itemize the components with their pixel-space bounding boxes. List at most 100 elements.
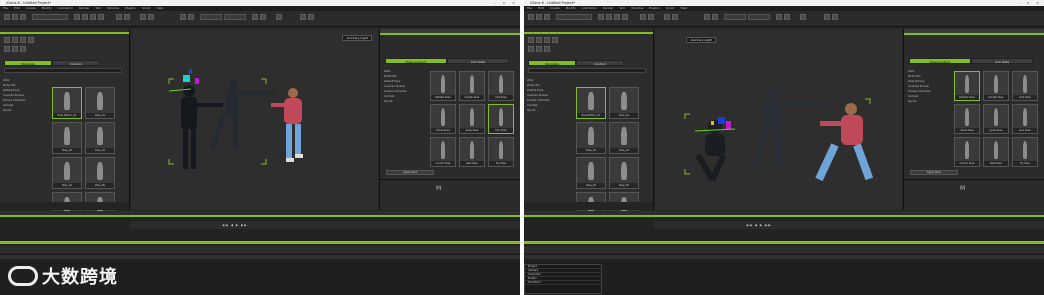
pose-thumbnail[interactable]: Run Pose — [488, 104, 514, 134]
menu-animation[interactable]: Animation — [58, 6, 73, 10]
menu-create[interactable]: Create — [550, 6, 560, 10]
pose-thumbnail[interactable]: Jump Pose — [983, 104, 1009, 134]
select-icon[interactable] — [74, 14, 80, 20]
pose-thumbnail[interactable]: Fly Pose — [1012, 137, 1038, 167]
menu-sim[interactable]: Sim — [620, 6, 626, 10]
search-input[interactable] — [4, 68, 122, 73]
menu-modify[interactable]: Modify — [566, 6, 576, 10]
folder-icon[interactable] — [28, 37, 34, 43]
pose-thumbnail[interactable]: Kick Pose — [488, 71, 514, 101]
tab-template[interactable]: Template — [528, 60, 576, 66]
tool-icon[interactable] — [832, 14, 838, 20]
mode-dropdown[interactable] — [748, 14, 770, 20]
pose-thumbnail[interactable]: Fly Pose — [488, 137, 514, 167]
thumbnail[interactable]: Pose_02 — [52, 122, 82, 154]
thumbnail[interactable]: Pose_04 — [52, 157, 82, 189]
menu-animation[interactable]: Animation — [582, 6, 597, 10]
menu-help[interactable]: Help — [680, 6, 687, 10]
grid-icon[interactable] — [800, 14, 806, 20]
prop-icon[interactable] — [672, 14, 678, 20]
tree-item[interactable]: Sports — [384, 99, 420, 104]
tree-item[interactable]: Sports — [3, 108, 47, 113]
tree-item[interactable]: Sports — [527, 108, 571, 113]
motion-icon[interactable] — [536, 46, 542, 52]
pose-thumbnail[interactable]: Rest Pose — [459, 137, 485, 167]
pose-thumbnail[interactable]: Kick Pose — [1012, 71, 1038, 101]
camera-icon[interactable] — [640, 14, 646, 20]
pose-thumbnail[interactable]: Run Pose — [1012, 104, 1038, 134]
actor-icon[interactable] — [4, 46, 10, 52]
pose-thumbnail[interactable]: Mambo Pose — [430, 71, 456, 101]
pose-thumbnail[interactable]: Crouch Pose — [430, 137, 456, 167]
preview-icon[interactable] — [260, 14, 266, 20]
camera-icon[interactable] — [116, 14, 122, 20]
tree-item[interactable]: Sports — [908, 99, 944, 104]
tab-link-data[interactable]: Link Data — [971, 58, 1033, 64]
tab-link-data[interactable]: Link Data — [447, 58, 509, 64]
new-icon[interactable] — [4, 14, 10, 20]
pose-thumbnail[interactable]: Mambo Pose — [954, 71, 980, 101]
back-icon[interactable] — [4, 37, 10, 43]
pose-thumbnail[interactable]: Kungfu Pose — [459, 71, 485, 101]
tab-custom[interactable]: Custom — [52, 60, 100, 66]
back-icon[interactable] — [528, 37, 534, 43]
thumbnail[interactable]: Pose_01 — [85, 87, 115, 119]
apply-pose-button[interactable]: Apply Pose — [386, 170, 434, 175]
forward-icon[interactable] — [12, 37, 18, 43]
save-icon[interactable] — [20, 14, 26, 20]
tab-template[interactable]: Template — [4, 60, 52, 66]
playback-controls[interactable]: ◀◀ ◀ ▶ ▶▶ — [746, 223, 786, 227]
folder-icon[interactable] — [552, 37, 558, 43]
home-icon[interactable] — [20, 37, 26, 43]
menu-plugins[interactable]: Plugins — [649, 6, 660, 10]
scale-icon[interactable] — [98, 14, 104, 20]
pose-thumbnail[interactable]: Shoot Pose — [430, 104, 456, 134]
menu-plugins[interactable]: Plugins — [125, 6, 136, 10]
3d-viewport[interactable]: Auxiliary Light — [131, 29, 378, 210]
thumbnail[interactable]: Pose Motion_01 — [576, 87, 606, 119]
search-input[interactable] — [528, 68, 646, 73]
thumbnail[interactable]: Pose_05 — [609, 157, 639, 189]
open-icon[interactable] — [12, 14, 18, 20]
toolbar-dropdown[interactable] — [32, 14, 68, 20]
pose-thumbnail[interactable]: Kungfu Pose — [983, 71, 1009, 101]
tool-icon[interactable] — [308, 14, 314, 20]
pick-icon[interactable] — [704, 14, 710, 20]
light-icon[interactable] — [124, 14, 130, 20]
menu-window[interactable]: Window — [631, 6, 643, 10]
menu-sim[interactable]: Sim — [96, 6, 102, 10]
pose-icon[interactable] — [20, 46, 26, 52]
motion-icon[interactable] — [12, 46, 18, 52]
pose-thumbnail[interactable]: Shoot Pose — [954, 104, 980, 134]
menu-script[interactable]: Script — [142, 6, 151, 10]
menu-help[interactable]: Help — [156, 6, 163, 10]
move-icon[interactable] — [82, 14, 88, 20]
link-icon[interactable] — [188, 14, 194, 20]
pose-icon[interactable] — [544, 46, 550, 52]
character-icon[interactable] — [140, 14, 146, 20]
thumbnail[interactable]: Pose_05 — [85, 157, 115, 189]
menu-edit[interactable]: Edit — [14, 6, 20, 10]
new-icon[interactable] — [528, 14, 534, 20]
menu-modify[interactable]: Modify — [42, 6, 52, 10]
actor-icon[interactable] — [528, 46, 534, 52]
menu-render[interactable]: Render — [603, 6, 614, 10]
thumbnail[interactable]: Pose_04 — [576, 157, 606, 189]
view-dropdown[interactable] — [200, 14, 222, 20]
render-icon[interactable] — [776, 14, 782, 20]
preview-icon[interactable] — [784, 14, 790, 20]
tab-custom[interactable]: Custom — [576, 60, 624, 66]
thumbnail[interactable]: Pose_03 — [609, 122, 639, 154]
save-icon[interactable] — [544, 14, 550, 20]
forward-icon[interactable] — [536, 37, 542, 43]
3d-viewport[interactable]: Auxiliary Light — [655, 29, 902, 210]
pose-thumbnail[interactable]: Jump Pose — [459, 104, 485, 134]
thumbnail[interactable]: Pose_02 — [576, 122, 606, 154]
menu-create[interactable]: Create — [26, 6, 36, 10]
settings-icon[interactable] — [824, 14, 830, 20]
menu-file[interactable]: File — [527, 6, 532, 10]
settings-icon[interactable] — [300, 14, 306, 20]
thumbnail[interactable]: Pose_01 — [609, 87, 639, 119]
light-icon[interactable] — [648, 14, 654, 20]
mode-dropdown[interactable] — [224, 14, 246, 20]
